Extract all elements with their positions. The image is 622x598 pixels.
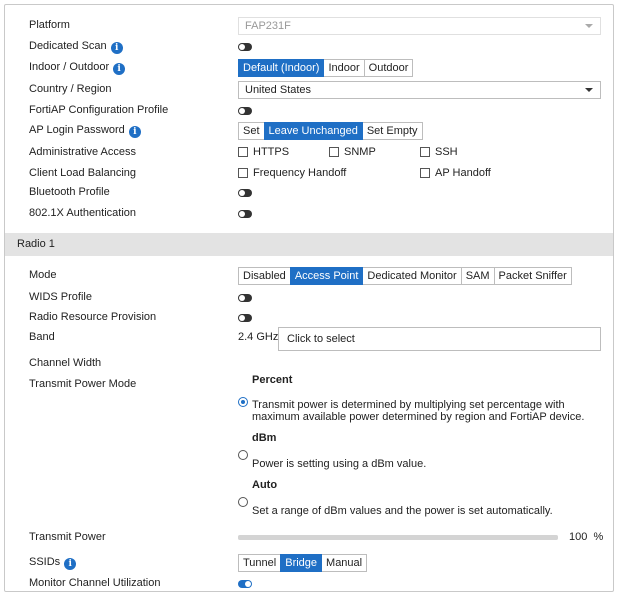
ap-login-password-buttons: Set Leave Unchanged Set Empty [238,122,423,140]
https-checkbox-label: HTTPS [253,146,290,158]
mode-packet-sniffer-button[interactable]: Packet Sniffer [493,267,572,285]
chevron-down-icon [585,88,593,92]
ap-login-password-text: AP Login Password [29,124,125,136]
indoor-outdoor-buttons: Default (Indoor) Indoor Outdoor [238,59,414,77]
monitor-channel-utilization-label: Monitor Channel Utilization [29,577,161,589]
info-icon[interactable]: i [128,126,141,138]
frequency-handoff-checkbox[interactable]: Frequency Handoff [238,167,346,179]
wids-profile-toggle[interactable] [238,294,252,302]
ssids-text: SSIDs [29,556,61,568]
client-load-balancing-label: Client Load Balancing [29,167,137,179]
dot1x-auth-label: 802.1X Authentication [29,207,137,219]
checkbox-box[interactable] [420,147,430,157]
band-select-input[interactable]: Click to select [278,327,601,351]
password-set-button[interactable]: Set [238,122,265,140]
ssid-manual-button[interactable]: Manual [321,554,368,572]
indoor-outdoor-indoor-button[interactable]: Indoor [323,59,365,77]
transmit-power-mode-label: Transmit Power Mode [29,378,137,390]
admin-access-label: Administrative Access [29,146,136,158]
monitor-channel-utilization-toggle[interactable] [238,580,252,588]
transmit-power-readout: 100 % [569,531,603,543]
transmit-power-value: 100 [569,531,588,543]
mode-access-point-button[interactable]: Access Point [289,267,364,285]
ap-handoff-label: AP Handoff [435,167,491,179]
checkbox-box[interactable] [329,147,339,157]
dedicated-scan-label: Dedicated Scan i [29,40,123,54]
channel-width-label: Channel Width [29,357,102,369]
info-icon[interactable]: i [110,42,123,54]
band-value: 2.4 GHz [238,331,279,343]
radio-1-section-header: Radio 1 [5,233,613,256]
checkbox-box[interactable] [238,147,248,157]
ap-profile-form: Platform FAP231F Dedicated Scan i Indoor … [4,4,614,592]
password-set-empty-button[interactable]: Set Empty [361,122,423,140]
transmit-power-label: Transmit Power [29,531,106,543]
bluetooth-profile-toggle[interactable] [238,189,252,197]
platform-select: FAP231F [238,17,601,35]
transmit-power-unit: % [593,531,604,543]
info-icon[interactable]: i [113,63,126,75]
dbm-option-title: dBm [252,432,277,444]
band-label: Band [29,331,55,343]
info-icon[interactable]: i [64,558,77,570]
password-leave-unchanged-button[interactable]: Leave Unchanged [263,122,363,140]
auto-option-description: Set a range of dBm values and the power … [252,505,553,517]
mode-label: Mode [29,269,57,281]
config-profile-toggle[interactable] [238,107,252,115]
ssid-bridge-button[interactable]: Bridge [280,554,323,572]
dbm-option-description: Power is setting using a dBm value. [252,458,427,470]
transmit-power-slider-fill [238,535,558,540]
indoor-outdoor-label: Indoor / Outdoor i [29,61,126,75]
dedicated-scan-toggle[interactable] [238,43,252,51]
platform-value: FAP231F [245,20,291,32]
indoor-outdoor-default-button[interactable]: Default (Indoor) [238,59,325,77]
mode-sam-button[interactable]: SAM [460,267,495,285]
snmp-checkbox-label: SNMP [344,146,376,158]
dedicated-scan-text: Dedicated Scan [29,40,107,52]
platform-label: Platform [29,19,70,31]
chevron-down-icon [585,24,593,28]
ap-login-password-label: AP Login Password i [29,124,141,138]
dot1x-auth-toggle[interactable] [238,210,252,218]
checkbox-box[interactable] [420,168,430,178]
snmp-checkbox[interactable]: SNMP [329,146,376,158]
https-checkbox[interactable]: HTTPS [238,146,289,158]
ssh-checkbox[interactable]: SSH [420,146,458,158]
ssids-buttons: Tunnel Bridge Manual [238,554,368,572]
indoor-outdoor-outdoor-button[interactable]: Outdoor [363,59,414,77]
country-region-select[interactable]: United States [238,81,601,99]
auto-option-title: Auto [252,479,278,491]
radio-resource-provision-toggle[interactable] [238,314,252,322]
country-region-label: Country / Region [29,83,112,95]
mode-disabled-button[interactable]: Disabled [238,267,291,285]
percent-option-title: Percent [252,374,293,386]
ssid-tunnel-button[interactable]: Tunnel [238,554,282,572]
dbm-radio[interactable] [238,450,248,460]
mode-dedicated-monitor-button[interactable]: Dedicated Monitor [362,267,462,285]
ssh-checkbox-label: SSH [435,146,458,158]
mode-buttons: Disabled Access Point Dedicated Monitor … [238,267,572,285]
wids-profile-label: WIDS Profile [29,291,92,303]
country-region-value: United States [245,84,312,96]
ap-handoff-checkbox[interactable]: AP Handoff [420,167,491,179]
config-profile-label: FortiAP Configuration Profile [29,104,169,116]
bluetooth-profile-label: Bluetooth Profile [29,186,110,198]
frequency-handoff-label: Frequency Handoff [253,167,347,179]
checkbox-box[interactable] [238,168,248,178]
percent-option-description: Transmit power is determined by multiply… [252,399,585,423]
transmit-power-slider[interactable] [238,535,558,540]
percent-radio[interactable] [238,397,248,407]
radio-resource-provision-label: Radio Resource Provision [29,311,157,323]
ssids-label: SSIDs i [29,556,77,570]
auto-radio[interactable] [238,497,248,507]
indoor-outdoor-text: Indoor / Outdoor [29,61,110,73]
